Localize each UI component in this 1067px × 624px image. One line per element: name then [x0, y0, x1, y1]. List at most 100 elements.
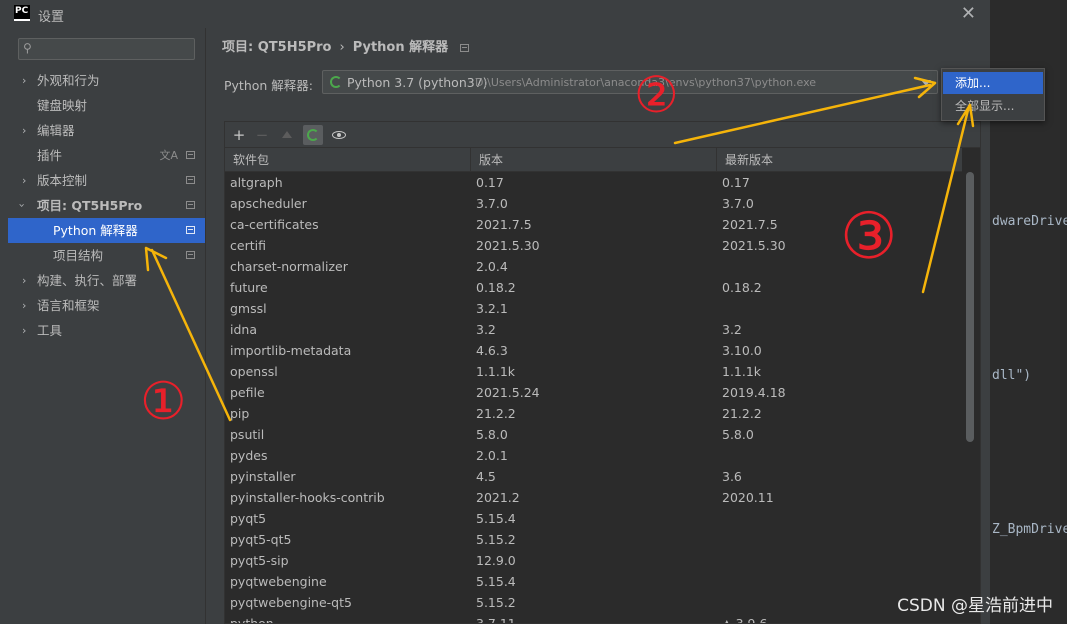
table-row[interactable]: altgraph 0.17 0.17 [225, 172, 962, 193]
settings-search-box[interactable]: ⚲ [18, 38, 195, 60]
sidebar-item-label: 版本控制 [37, 173, 88, 188]
interpreter-popup-menu: 添加... 全部显示... [941, 68, 1045, 121]
version-cell: 0.17 [476, 175, 504, 190]
sidebar-item-tools[interactable]: › 工具 [8, 318, 205, 343]
background-code-line: dwareDrive [992, 214, 1067, 229]
settings-dialog: PC 设置 ✕ ⚲ › 外观和行为 键盘映射 › 编辑器 插件 文A › 版本控… [8, 0, 990, 624]
version-cell: 2021.5.30 [476, 238, 540, 253]
table-scrollbar[interactable] [966, 172, 974, 442]
sidebar-item-label: Python 解释器 [53, 223, 138, 238]
table-row[interactable]: pyinstaller 4.5 3.6 [225, 466, 962, 487]
version-cell: 5.15.4 [476, 511, 516, 526]
add-interpreter-menu-item[interactable]: 添加... [943, 72, 1043, 94]
chevron-right-icon: › [22, 174, 27, 187]
table-row[interactable]: pyqtwebengine 5.15.4 [225, 571, 962, 592]
sidebar-item-project-structure[interactable]: 项目结构 [8, 243, 205, 268]
upgrade-package-icon[interactable] [277, 125, 297, 145]
sidebar-item-languages[interactable]: › 语言和框架 [8, 293, 205, 318]
version-cell: 2021.5.24 [476, 385, 540, 400]
table-row[interactable]: ca-certificates 2021.7.5 2021.7.5 [225, 214, 962, 235]
latest-version-cell: 3.6 [722, 469, 742, 484]
table-row[interactable]: gmssl 3.2.1 [225, 298, 962, 319]
search-input[interactable] [39, 41, 189, 57]
package-table-body: altgraph 0.17 0.17 apscheduler 3.7.0 3.7.0 ca-… [225, 172, 962, 623]
sidebar-item-label: 构建、执行、部署 [37, 273, 138, 288]
sidebar-item-plugins[interactable]: 插件 文A [8, 143, 205, 168]
add-package-icon[interactable]: + [229, 125, 249, 145]
table-row[interactable]: psutil 5.8.0 5.8.0 [225, 424, 962, 445]
package-name-cell: python [225, 613, 471, 623]
table-row[interactable]: idna 3.2 3.2 [225, 319, 962, 340]
chevron-right-icon: › [22, 124, 27, 137]
package-name-cell: pyqt5-qt5 [230, 532, 292, 547]
table-row[interactable]: pyqtwebengine-qt5 5.15.2 [225, 592, 962, 613]
package-name-cell: pydes [230, 448, 268, 463]
translate-icon: 文A [159, 149, 178, 162]
table-row[interactable]: openssl 1.1.1k 1.1.1k [225, 361, 962, 382]
breadcrumb-separator: › [339, 40, 345, 55]
table-row[interactable]: pyqt5-qt5 5.15.2 [225, 529, 962, 550]
interpreter-name: Python 3.7 (python37) [347, 75, 488, 90]
version-cell: 3.2.1 [476, 301, 508, 316]
latest-version-cell: 2021.5.30 [722, 238, 786, 253]
refresh-icon[interactable] [303, 125, 323, 145]
version-cell: 3.2 [476, 322, 496, 337]
latest-version-cell: 2021.7.5 [722, 217, 778, 232]
breadcrumb-project[interactable]: 项目: QT5H5Pro [222, 40, 332, 55]
table-row[interactable]: pyinstaller-hooks-contrib 2021.2 2020.11 [225, 487, 962, 508]
table-row[interactable]: pefile 2021.5.24 2019.4.18 [225, 382, 962, 403]
sidebar-item-keymap[interactable]: 键盘映射 [8, 93, 205, 118]
table-row[interactable]: charset-normalizer 2.0.4 [225, 256, 962, 277]
version-cell: 4.5 [476, 469, 496, 484]
package-name-cell: idna [230, 322, 257, 337]
latest-version-cell: 2019.4.18 [722, 385, 786, 400]
show-early-releases-eye-icon[interactable] [329, 125, 349, 145]
project-scope-icon [460, 43, 470, 52]
remove-package-icon[interactable]: − [252, 125, 272, 145]
table-row[interactable]: python3.7.11▲ 3.9.6 [225, 613, 962, 623]
sidebar-item-label: 语言和框架 [37, 298, 100, 313]
watermark: CSDN @星浩前进中 [897, 596, 1053, 616]
sidebar-item-label: 外观和行为 [37, 73, 100, 88]
latest-version-cell: 21.2.2 [722, 406, 762, 421]
package-name-cell: pyqtwebengine [230, 574, 327, 589]
package-name-cell: psutil [230, 427, 265, 442]
table-row[interactable]: pydes 2.0.1 [225, 445, 962, 466]
table-row[interactable]: apscheduler 3.7.0 3.7.0 [225, 193, 962, 214]
chevron-right-icon: › [22, 299, 27, 312]
column-header-version[interactable]: 版本 [471, 148, 717, 172]
show-all-menu-item[interactable]: 全部显示... [943, 95, 1043, 117]
sidebar-item-version-control[interactable]: › 版本控制 [8, 168, 205, 193]
latest-version-cell: 0.17 [722, 175, 750, 190]
version-cell: 5.15.2 [476, 595, 516, 610]
column-header-latest-version[interactable]: 最新版本 [717, 148, 962, 172]
package-name-cell: pefile [230, 385, 265, 400]
sidebar-item-python-interpreter[interactable]: Python 解释器 [8, 218, 205, 243]
sidebar-item-project[interactable]: › 项目: QT5H5Pro [8, 193, 205, 218]
column-header-package[interactable]: 软件包 [225, 148, 471, 172]
latest-version-cell: 3.10.0 [722, 343, 762, 358]
package-name-cell: pyinstaller-hooks-contrib [230, 490, 385, 505]
package-name-cell: pyinstaller [230, 469, 296, 484]
package-name-cell: certifi [230, 238, 266, 253]
package-name-cell: ca-certificates [230, 217, 319, 232]
sidebar-item-build-execution[interactable]: › 构建、执行、部署 [8, 268, 205, 293]
table-row[interactable]: pip 21.2.2 21.2.2 [225, 403, 962, 424]
package-name-cell: altgraph [230, 175, 283, 190]
python-interpreter-icon [330, 76, 342, 88]
table-row[interactable]: pyqt5-sip 12.9.0 [225, 550, 962, 571]
table-row[interactable]: future 0.18.2 0.18.2 [225, 277, 962, 298]
pycharm-logo-icon: PC [14, 5, 30, 21]
close-icon[interactable]: ✕ [961, 3, 976, 24]
table-row[interactable]: certifi 2021.5.30 2021.5.30 [225, 235, 962, 256]
sidebar-item-editor[interactable]: › 编辑器 [8, 118, 205, 143]
background-ide-left-strip [0, 0, 8, 624]
sidebar-item-appearance[interactable]: › 外观和行为 [8, 68, 205, 93]
table-row[interactable]: pyqt5 5.15.4 [225, 508, 962, 529]
package-name-cell: pyqt5-sip [230, 553, 289, 568]
interpreter-select[interactable]: Python 3.7 (python37) D:\Users\Administr… [322, 70, 938, 94]
project-scope-icon [186, 176, 195, 184]
table-row[interactable]: importlib-metadata 4.6.3 3.10.0 [225, 340, 962, 361]
version-cell: 5.8.0 [476, 427, 508, 442]
sidebar-item-label: 项目: QT5H5Pro [37, 198, 143, 213]
